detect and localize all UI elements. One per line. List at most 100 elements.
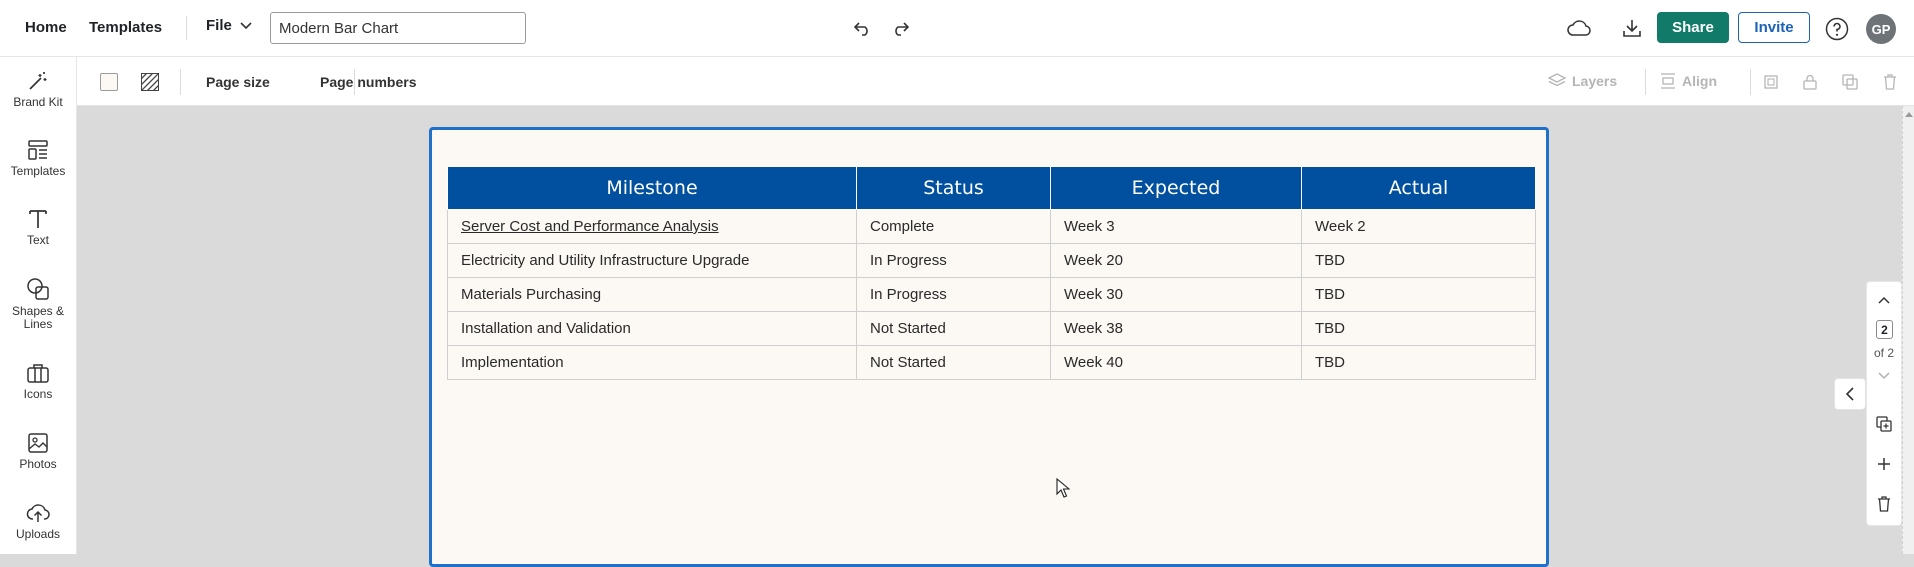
table-cell[interactable]: TBD [1301,345,1536,380]
table-cell[interactable]: Week 2 [1301,209,1536,244]
document-title-input[interactable] [270,12,526,44]
undo-icon [854,22,868,36]
duplicate-page-button[interactable] [1874,414,1894,434]
next-page-button[interactable] [1874,366,1894,386]
table-cell[interactable]: TBD [1301,311,1536,346]
sidebar-item-shapes-lines[interactable]: Shapes & Lines [0,277,76,331]
share-button[interactable]: Share [1657,12,1729,43]
divider [1645,69,1646,95]
cloud-save-button[interactable] [1565,15,1593,41]
text-icon [29,210,47,228]
hatch-pattern-icon [141,73,159,91]
milestone-table[interactable]: Milestone Status Expected Actual Server … [447,166,1536,380]
shapes-icon [27,278,49,300]
sidebar-item-uploads[interactable]: Uploads [0,502,76,541]
file-menu[interactable]: File [206,17,252,34]
table-row: Server Cost and Performance Analysis Com… [447,209,1536,244]
sidebar-item-icons[interactable]: Icons [0,362,76,401]
briefcase-icon [27,364,49,383]
top-bar: Home Templates File Share Invite [0,0,1914,57]
design-page[interactable]: Milestone Status Expected Actual Server … [429,127,1549,567]
table-cell[interactable]: Not Started [856,311,1051,346]
mouse-cursor-icon [1056,478,1070,498]
table-cell[interactable]: Week 20 [1050,243,1302,278]
templates-icon [28,140,48,160]
table-cell[interactable]: Implementation [447,345,857,380]
align-label: Align [1682,73,1717,89]
chevron-down-icon [240,21,252,29]
home-link[interactable]: Home [25,19,67,36]
table-row: Materials Purchasing In Progress Week 30… [447,277,1536,312]
divider [186,16,187,40]
table-cell[interactable]: Server Cost and Performance Analysis [447,209,857,244]
add-page-button[interactable] [1874,454,1894,474]
cloud-icon [1567,20,1591,36]
table-cell[interactable]: Installation and Validation [447,311,857,346]
table-cell[interactable]: Week 38 [1050,311,1302,346]
vertical-scrollbar[interactable] [1902,106,1914,554]
chevron-up-icon [1878,296,1890,304]
help-button[interactable] [1823,15,1851,43]
left-sidebar: Brand Kit Templates Text Shapes & Lines … [0,57,77,554]
sidebar-item-label: Icons [23,387,53,401]
previous-page-button[interactable] [1874,290,1894,310]
layers-button[interactable]: Layers [1548,73,1617,89]
chevron-down-icon [1878,372,1890,380]
redo-button[interactable] [888,16,912,40]
column-header[interactable]: Status [856,166,1051,210]
templates-link[interactable]: Templates [89,19,162,36]
magic-wand-icon [29,72,47,90]
delete-button[interactable] [1879,71,1901,93]
table-cell[interactable]: TBD [1301,277,1536,312]
layers-label: Layers [1572,73,1618,89]
sidebar-item-label: Brand Kit [13,95,63,109]
table-cell[interactable]: Week 3 [1050,209,1302,244]
sidebar-item-label: Photos [19,457,57,471]
lock-button[interactable] [1799,71,1821,93]
crop-button[interactable] [1760,71,1782,93]
collapse-panel-button[interactable] [1834,378,1866,410]
table-cell[interactable]: Week 40 [1050,345,1302,380]
background-pattern-button[interactable] [139,71,161,93]
align-icon [1661,73,1675,89]
current-page-number[interactable]: 2 [1876,320,1893,339]
table-row: Installation and Validation Not Started … [447,311,1536,346]
sidebar-item-text[interactable]: Text [0,208,76,247]
user-avatar[interactable]: GP [1866,14,1896,44]
sidebar-item-label: Templates [10,164,66,178]
delete-page-button[interactable] [1874,494,1894,514]
trash-icon [1884,74,1896,90]
table-row: Implementation Not Started Week 40 TBD [447,345,1536,380]
column-header[interactable]: Actual [1301,166,1536,210]
table-cell[interactable]: Week 30 [1050,277,1302,312]
table-cell[interactable]: TBD [1301,243,1536,278]
duplicate-page-icon [1876,416,1892,432]
background-color-swatch[interactable] [100,73,118,91]
duplicate-button[interactable] [1839,71,1861,93]
sidebar-item-photos[interactable]: Photos [0,432,76,471]
invite-button[interactable]: Invite [1738,12,1810,43]
column-header[interactable]: Expected [1050,166,1302,210]
layers-icon [1548,73,1566,87]
undo-button[interactable] [851,16,875,40]
upload-icon [26,504,50,522]
plus-icon [1878,458,1890,470]
page-size-button[interactable]: Page size [206,74,270,90]
table-header-row: Milestone Status Expected Actual [447,166,1536,210]
table-cell[interactable]: In Progress [856,243,1051,278]
sidebar-item-label: Shapes & Lines [11,304,65,331]
duplicate-icon [1842,74,1858,90]
table-cell[interactable]: Not Started [856,345,1051,380]
table-cell[interactable]: Materials Purchasing [447,277,857,312]
table-cell[interactable]: Electricity and Utility Infrastructure U… [447,243,857,278]
column-header[interactable]: Milestone [447,166,857,210]
sidebar-item-templates[interactable]: Templates [0,139,76,178]
table-row: Electricity and Utility Infrastructure U… [447,243,1536,278]
table-cell[interactable]: In Progress [856,277,1051,312]
page-numbers-button[interactable]: Page numbers [320,74,416,90]
table-cell[interactable]: Complete [856,209,1051,244]
sidebar-item-brand-kit[interactable]: Brand Kit [0,70,76,109]
trash-icon [1878,496,1890,512]
download-button[interactable] [1618,15,1646,41]
align-button[interactable]: Align [1660,73,1717,89]
